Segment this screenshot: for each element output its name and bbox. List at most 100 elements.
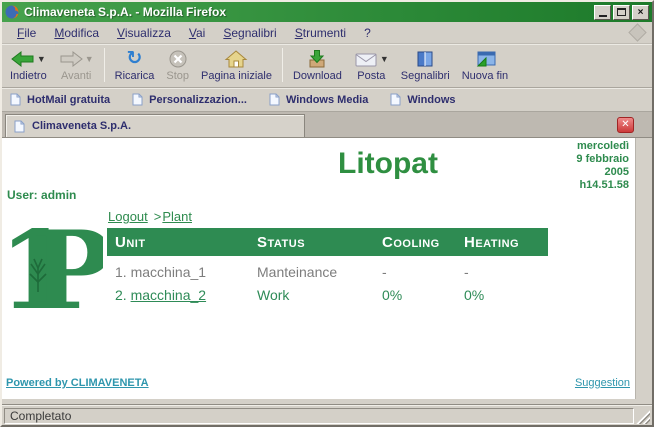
status-cell: Work: [257, 287, 382, 303]
stop-icon: [168, 49, 188, 69]
reload-label: Ricarica: [115, 70, 155, 82]
page-title: Litopat: [338, 147, 438, 181]
close-button[interactable]: ×: [632, 5, 649, 20]
new-window-label: Nuova fin: [462, 70, 508, 82]
stop-label: Stop: [166, 70, 189, 82]
stop-button[interactable]: Stop: [160, 45, 195, 85]
header-heating: Heating: [464, 234, 548, 251]
svg-text:P: P: [31, 208, 103, 324]
reload-icon: ↻: [127, 49, 143, 69]
reload-button[interactable]: ↻ Ricarica: [109, 45, 161, 85]
firefox-icon: [5, 5, 19, 19]
menu-bar: File Modifica Visualizza Vai Segnalibri …: [2, 22, 652, 44]
home-button[interactable]: Pagina iniziale: [195, 45, 278, 85]
back-arrow-icon: [11, 49, 35, 69]
breadcrumb: Logout >Plant: [108, 209, 192, 224]
status-text: Completato: [4, 408, 634, 424]
close-tab-icon: ✕: [621, 119, 629, 130]
unit-cell: 1. macchina_1: [115, 264, 257, 280]
mail-label: Posta: [357, 70, 385, 82]
toolbar-separator: [104, 48, 105, 82]
unit-number: 2.: [115, 287, 127, 303]
breadcrumb-separator: >: [154, 209, 162, 224]
bookmark-label: Windows Media: [286, 94, 368, 106]
forward-dropdown-icon[interactable]: ▼: [85, 48, 94, 70]
forward-label: Avanti: [61, 70, 91, 82]
bookmark-hotmail[interactable]: HotMail gratuita: [10, 93, 110, 106]
back-label: Indietro: [10, 70, 47, 82]
mail-icon: [354, 49, 378, 69]
back-button[interactable]: ▼ Indietro: [4, 45, 53, 85]
powered-by-link[interactable]: Powered by CLIMAVENETA: [6, 377, 149, 389]
logout-link[interactable]: Logout: [108, 209, 148, 224]
heating-cell: 0%: [464, 287, 548, 303]
menu-modifica[interactable]: Modifica: [45, 24, 108, 42]
content-area: mercoledì 9 febbraio 2005 h14.51.58 Lito…: [2, 138, 652, 405]
close-icon: ×: [638, 6, 644, 19]
year-text: 2005: [576, 166, 629, 179]
mail-button[interactable]: ▼ Posta: [348, 45, 395, 85]
maximize-icon: [617, 8, 626, 16]
home-icon: [224, 49, 248, 69]
page-icon: [10, 93, 21, 106]
page-footer: Powered by CLIMAVENETA Suggestion: [6, 377, 630, 389]
page-icon: [390, 93, 401, 106]
unit-cell: 2. macchina_2: [115, 287, 257, 303]
forward-arrow-icon: [59, 49, 83, 69]
menu-vai[interactable]: Vai: [180, 24, 214, 42]
table-row: 1. macchina_1 Manteinance - -: [107, 260, 548, 283]
home-label: Pagina iniziale: [201, 70, 272, 82]
unit-name: macchina_1: [131, 264, 207, 280]
close-tab-button[interactable]: ✕: [617, 117, 634, 133]
toolbar-separator: [282, 48, 283, 82]
unit-link[interactable]: macchina_2: [131, 287, 207, 303]
tab-label: Climaveneta S.p.A.: [32, 120, 131, 132]
menu-file[interactable]: File: [8, 24, 45, 42]
bookmarks-toolbar: HotMail gratuita Personalizzazion... Win…: [2, 88, 652, 112]
header-unit: Unit: [115, 234, 257, 251]
mail-dropdown-icon[interactable]: ▼: [380, 48, 389, 70]
maximize-button[interactable]: [613, 5, 630, 20]
window-title: Climaveneta S.p.A. - Mozilla Firefox: [24, 5, 592, 19]
forward-button[interactable]: ▼ Avanti: [53, 45, 100, 85]
throbber-icon: [628, 23, 646, 41]
menu-strumenti[interactable]: Strumenti: [286, 24, 355, 42]
back-dropdown-icon[interactable]: ▼: [37, 48, 46, 70]
bookmarks-button[interactable]: Segnalibri: [395, 45, 456, 85]
cooling-cell: 0%: [382, 287, 464, 303]
menu-help[interactable]: ?: [355, 24, 380, 42]
bookmark-label: Personalizzazion...: [149, 94, 247, 106]
download-label: Download: [293, 70, 342, 82]
suggestion-link[interactable]: Suggestion: [575, 377, 630, 389]
litopat-logo: 1 P: [5, 204, 103, 324]
user-label: User: admin: [7, 188, 76, 202]
minimize-button[interactable]: [594, 5, 611, 20]
header-cooling: Cooling: [382, 234, 464, 251]
cooling-cell: -: [382, 264, 464, 280]
weekday-text: mercoledì: [576, 140, 629, 153]
plant-link[interactable]: Plant: [162, 209, 192, 224]
units-table: Unit Status Cooling Heating 1. macchina_…: [107, 228, 548, 306]
bookmark-windows[interactable]: Windows: [390, 93, 455, 106]
bookmark-label: HotMail gratuita: [27, 94, 110, 106]
table-header: Unit Status Cooling Heating: [107, 228, 548, 256]
bookmark-personalizzazione[interactable]: Personalizzazion...: [132, 93, 247, 106]
download-button[interactable]: Download: [287, 45, 348, 85]
bookmark-label: Windows: [407, 94, 455, 106]
page-icon: [269, 93, 280, 106]
heating-cell: -: [464, 264, 548, 280]
status-bar: Completato: [2, 405, 652, 425]
resize-grip-icon[interactable]: [636, 408, 650, 424]
time-text: h14.51.58: [576, 179, 629, 192]
new-window-button[interactable]: Nuova fin: [456, 45, 514, 85]
new-window-icon: [473, 49, 497, 69]
bookmarks-label: Segnalibri: [401, 70, 450, 82]
menu-visualizza[interactable]: Visualizza: [108, 24, 180, 42]
title-bar: Climaveneta S.p.A. - Mozilla Firefox ×: [2, 2, 652, 22]
tab-climaveneta[interactable]: Climaveneta S.p.A.: [5, 114, 305, 137]
menu-segnalibri[interactable]: Segnalibri: [214, 24, 285, 42]
bookmark-windows-media[interactable]: Windows Media: [269, 93, 368, 106]
download-icon: [305, 49, 329, 69]
table-row: 2. macchina_2 Work 0% 0%: [107, 283, 548, 306]
browser-window: Climaveneta S.p.A. - Mozilla Firefox × F…: [0, 0, 654, 427]
